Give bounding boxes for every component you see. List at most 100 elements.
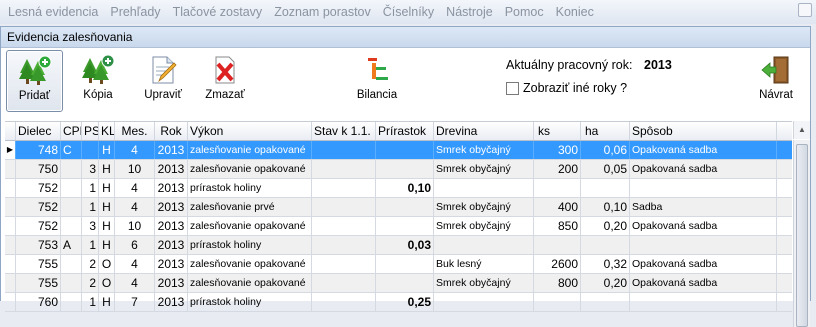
menu-item-koniec[interactable]: Koniec	[550, 0, 600, 24]
cell-dielec: 748	[16, 141, 61, 159]
cell-stav	[312, 198, 376, 216]
cell-sposob: Opakovaná sadba	[630, 160, 777, 178]
cell-sposob: Opakovaná sadba	[630, 255, 777, 273]
cell-ps: 1	[82, 293, 99, 311]
cell-stav	[312, 274, 376, 292]
menu-item-nastroje[interactable]: Nástroje	[440, 0, 499, 24]
cell-dielec: 755	[16, 274, 61, 292]
copy-button[interactable]: Kópia	[76, 52, 120, 101]
col-sposob[interactable]: Spôsob	[630, 122, 777, 140]
menu-item-tlacove-zostavy[interactable]: Tlačové zostavy	[167, 0, 269, 24]
back-button-label: Návrat	[759, 89, 793, 101]
menu-item-pomoc[interactable]: Pomoc	[499, 0, 550, 24]
table-row[interactable]: ▶ 748 C H 4 2013 zalesňovanie opakované Smrek o…	[5, 141, 792, 160]
cell-prirastok	[376, 255, 434, 273]
table-row[interactable]: 750 3 H 10 2013 zalesňovanie opakované Smrek o…	[5, 160, 792, 179]
copy-tree-icon	[82, 54, 115, 84]
col-ks[interactable]: ks	[534, 122, 581, 140]
table-row[interactable]: 752 1 H 4 2013 zalesňovanie prvé Smrek obyčajn…	[5, 198, 792, 217]
delete-button[interactable]: Zmazať	[201, 52, 249, 101]
copy-button-label: Kópia	[83, 89, 113, 101]
table-row[interactable]: 752 1 H 4 2013 prírastok holiny 0,10	[5, 179, 792, 198]
cell-kl: H	[99, 217, 115, 235]
cell-drevina: Smrek obyčajný	[434, 141, 534, 159]
table-row[interactable]: 753 A 1 H 6 2013 prírastok holiny 0,03	[5, 236, 792, 255]
cell-drevina: Smrek obyčajný	[434, 274, 534, 292]
menu-bar: Lesná evidencia Prehľady Tlačové zostavy…	[0, 0, 816, 24]
cell-mes: 4	[115, 198, 155, 216]
cell-ha	[581, 236, 630, 254]
cell-rok: 2013	[155, 293, 188, 311]
col-vykon[interactable]: Výkon	[188, 122, 312, 140]
menu-item-prehlady[interactable]: Prehľady	[104, 0, 166, 24]
cell-ps: 1	[82, 236, 99, 254]
current-row-pointer-icon: ▶	[5, 141, 16, 159]
col-kl[interactable]: KL	[99, 122, 115, 140]
cell-mes: 4	[115, 141, 155, 159]
checkbox-box[interactable]	[506, 81, 519, 95]
cell-vykon: prírastok holiny	[188, 179, 312, 197]
cell-mes: 4	[115, 274, 155, 292]
col-prirastok[interactable]: Prírastok	[376, 122, 434, 140]
cell-ps: 3	[82, 160, 99, 178]
cell-rok: 2013	[155, 255, 188, 273]
add-button-label: Pridať	[18, 90, 51, 102]
cell-ks: 800	[534, 274, 581, 292]
cell-ha: 0,32	[581, 255, 630, 273]
vertical-scrollbar[interactable]	[793, 140, 810, 327]
cell-stav	[312, 179, 376, 197]
add-tree-icon	[18, 55, 51, 85]
cell-ks: 300	[534, 141, 581, 159]
cell-drevina	[434, 179, 534, 197]
cell-dielec: 750	[16, 160, 61, 178]
col-stav[interactable]: Stav k 1.1.	[312, 122, 376, 140]
balance-icon	[368, 58, 388, 80]
balance-button[interactable]: Bilancia	[353, 52, 401, 101]
cell-kl: H	[99, 160, 115, 178]
col-rok[interactable]: Rok	[155, 122, 188, 140]
cell-stav	[312, 217, 376, 235]
cell-dielec: 752	[16, 217, 61, 235]
cell-drevina: Smrek obyčajný	[434, 160, 534, 178]
toolbar: Pridať Kópia Upraviť Zmazať Bilancia Akt…	[1, 48, 810, 114]
col-drevina[interactable]: Drevina	[434, 122, 534, 140]
menu-item-lesna-evidencia[interactable]: Lesná evidencia	[0, 0, 104, 24]
col-cpp[interactable]: CPP	[61, 122, 82, 140]
cell-rok: 2013	[155, 236, 188, 254]
cell-cpp: A	[61, 236, 82, 254]
menu-item-zoznam-porastov[interactable]: Zoznam porastov	[268, 0, 377, 24]
cell-mes: 6	[115, 236, 155, 254]
cell-dielec: 752	[16, 198, 61, 216]
cell-ps: 2	[82, 255, 99, 273]
back-button[interactable]: Návrat	[753, 52, 799, 101]
col-ps[interactable]: PS	[82, 122, 99, 140]
col-ha[interactable]: ha	[581, 122, 630, 140]
scroll-up-icon[interactable]: ▲	[793, 121, 810, 139]
cell-vykon: zalesňovanie opakované	[188, 274, 312, 292]
table-row[interactable]: 752 3 H 10 2013 zalesňovanie opakované Smrek o…	[5, 217, 792, 236]
menu-item-ciselniky[interactable]: Číselníky	[377, 0, 440, 24]
edit-button[interactable]: Upraviť	[139, 52, 187, 101]
other-years-checkbox[interactable]: Zobraziť iné roky ?	[506, 81, 627, 95]
col-dielec[interactable]: Dielec	[16, 122, 61, 140]
cell-drevina	[434, 236, 534, 254]
cell-ha: 0,20	[581, 217, 630, 235]
cell-mes: 4	[115, 179, 155, 197]
col-mes[interactable]: Mes.	[115, 122, 155, 140]
delete-button-label: Zmazať	[205, 89, 245, 101]
balance-button-label: Bilancia	[356, 89, 398, 101]
table-row[interactable]: 755 2 O 4 2013 zalesňovanie opakované Smrek ob…	[5, 274, 792, 293]
cell-rok: 2013	[155, 274, 188, 292]
table-row[interactable]: 760 1 H 7 2013 prírastok holiny 0,25	[5, 293, 792, 312]
window-restore-icon[interactable]	[798, 3, 812, 17]
cell-kl: O	[99, 255, 115, 273]
exit-door-icon	[761, 56, 789, 84]
cell-kl: O	[99, 274, 115, 292]
edit-button-label: Upraviť	[144, 89, 182, 101]
add-button[interactable]: Pridať	[6, 50, 63, 112]
table-row[interactable]: 755 2 O 4 2013 zalesňovanie opakované Buk lesn…	[5, 255, 792, 274]
cell-ha: 0,20	[581, 274, 630, 292]
cell-sposob: Opakovaná sadba	[630, 274, 777, 292]
cell-kl: H	[99, 198, 115, 216]
cell-drevina: Buk lesný	[434, 255, 534, 273]
